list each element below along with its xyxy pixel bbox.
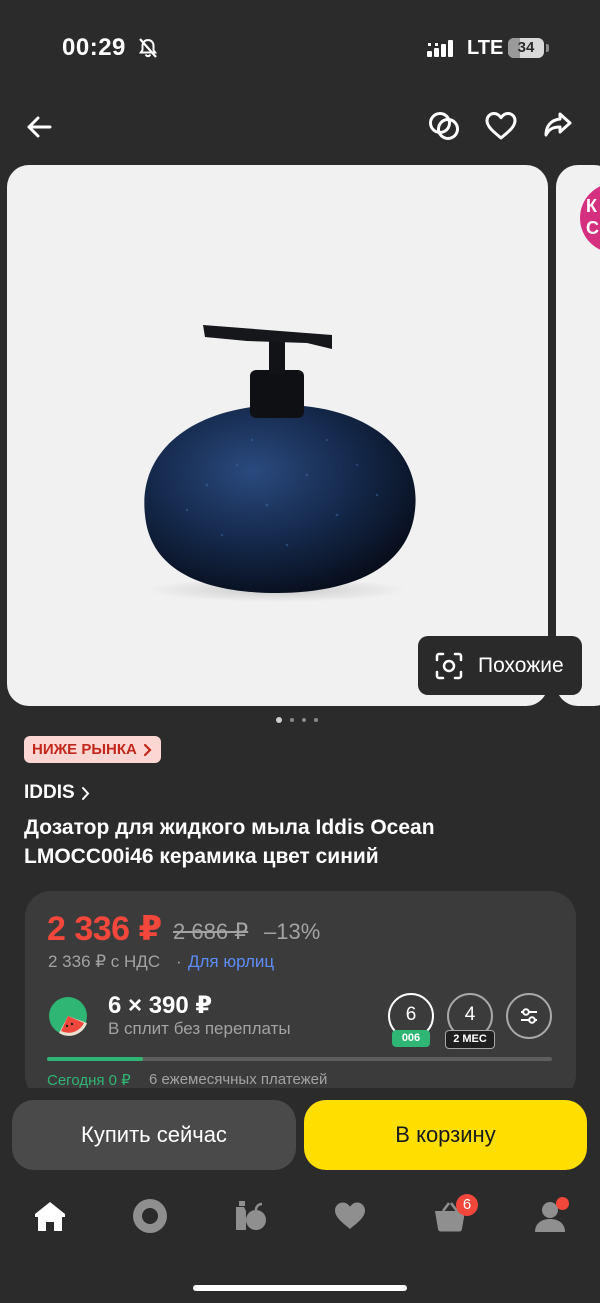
nav-categories[interactable] — [226, 1193, 274, 1239]
similar-label: Похожие — [478, 653, 564, 677]
status-time: 00:29 — [62, 34, 126, 61]
home-icon — [35, 1202, 65, 1231]
profile-notification-dot — [556, 1197, 569, 1210]
split-amount: 6 × 390 ₽ — [108, 992, 213, 1019]
gallery-dot — [302, 718, 306, 722]
term-tag: 006 — [392, 1030, 430, 1047]
nav-favorites[interactable] — [326, 1193, 374, 1239]
vat-price: 2 336 ₽ с НДС — [48, 952, 161, 971]
camera-search-icon — [435, 652, 463, 679]
discount: –13% — [264, 919, 321, 944]
soap-dispenser-illustration — [144, 325, 416, 602]
share-icon — [544, 112, 572, 137]
price-separator: · — [176, 952, 182, 971]
brand-link[interactable]: IDDIS — [24, 782, 91, 804]
signal-icon — [427, 40, 457, 63]
brand-name: IDDIS — [24, 782, 75, 803]
heart-icon — [485, 112, 517, 140]
battery-icon: 34 — [508, 38, 544, 58]
product-image[interactable] — [7, 165, 548, 706]
nav-home[interactable] — [26, 1193, 74, 1239]
split-settings-button[interactable] — [506, 993, 552, 1039]
bell-muted-icon — [137, 37, 159, 64]
favorite-button[interactable] — [479, 104, 523, 148]
battery-nub — [546, 44, 549, 52]
badge-label: НИЖЕ РЫНКА — [32, 741, 137, 758]
back-button[interactable] — [18, 106, 60, 148]
categories-icon — [236, 1201, 266, 1230]
compare-icon — [429, 112, 459, 140]
term-tag: 2 МЕС — [445, 1030, 495, 1049]
compare-button[interactable] — [422, 104, 466, 148]
next-product-image[interactable]: К С — [556, 165, 600, 706]
similar-button[interactable]: Похожие — [418, 636, 582, 695]
split-subtitle: В сплит без переплаты — [108, 1019, 291, 1038]
buy-now-button[interactable]: Купить сейчас — [12, 1100, 296, 1170]
sliders-icon — [521, 1008, 537, 1024]
current-price: 2 336 ₽ — [47, 910, 162, 948]
network-type: LTE — [467, 37, 504, 59]
chevron-right-icon — [81, 786, 90, 800]
share-button[interactable] — [535, 104, 579, 148]
gallery-dot — [290, 718, 294, 722]
add-to-cart-button[interactable]: В корзину — [304, 1100, 587, 1170]
gallery-dot — [314, 718, 318, 722]
term-value: 4 — [464, 1004, 476, 1025]
price-card[interactable]: 2 336 ₽ 2 686 ₽ –13% 2 336 ₽ с НДС · Для… — [25, 891, 576, 1101]
cart-count-badge: 6 — [456, 1194, 478, 1216]
below-market-badge[interactable]: НИЖЕ РЫНКА — [24, 736, 161, 763]
home-indicator[interactable] — [193, 1285, 407, 1291]
gallery-dot — [276, 717, 282, 723]
payment-progress-fill — [47, 1057, 143, 1061]
payments-count: 6 ежемесячных платежей — [149, 1071, 328, 1088]
gallery-pagination — [276, 717, 318, 723]
chevron-right-icon — [143, 743, 152, 756]
product-title: Дозатор для жидкого мыла Iddis Ocean LMO… — [24, 816, 435, 868]
favorites-icon — [335, 1202, 365, 1229]
old-price: 2 686 ₽ — [173, 919, 249, 944]
nav-alice[interactable] — [126, 1193, 174, 1239]
today-payment: Сегодня 0 ₽ — [47, 1072, 131, 1089]
legal-entities-link[interactable]: Для юрлиц — [188, 952, 274, 972]
alice-icon — [133, 1199, 167, 1233]
battery-level: 34 — [517, 39, 535, 56]
promo-sticker: К С — [580, 183, 600, 253]
arrow-left-icon — [27, 116, 52, 138]
term-value: 6 — [405, 1004, 417, 1025]
split-icon — [47, 995, 89, 1042]
